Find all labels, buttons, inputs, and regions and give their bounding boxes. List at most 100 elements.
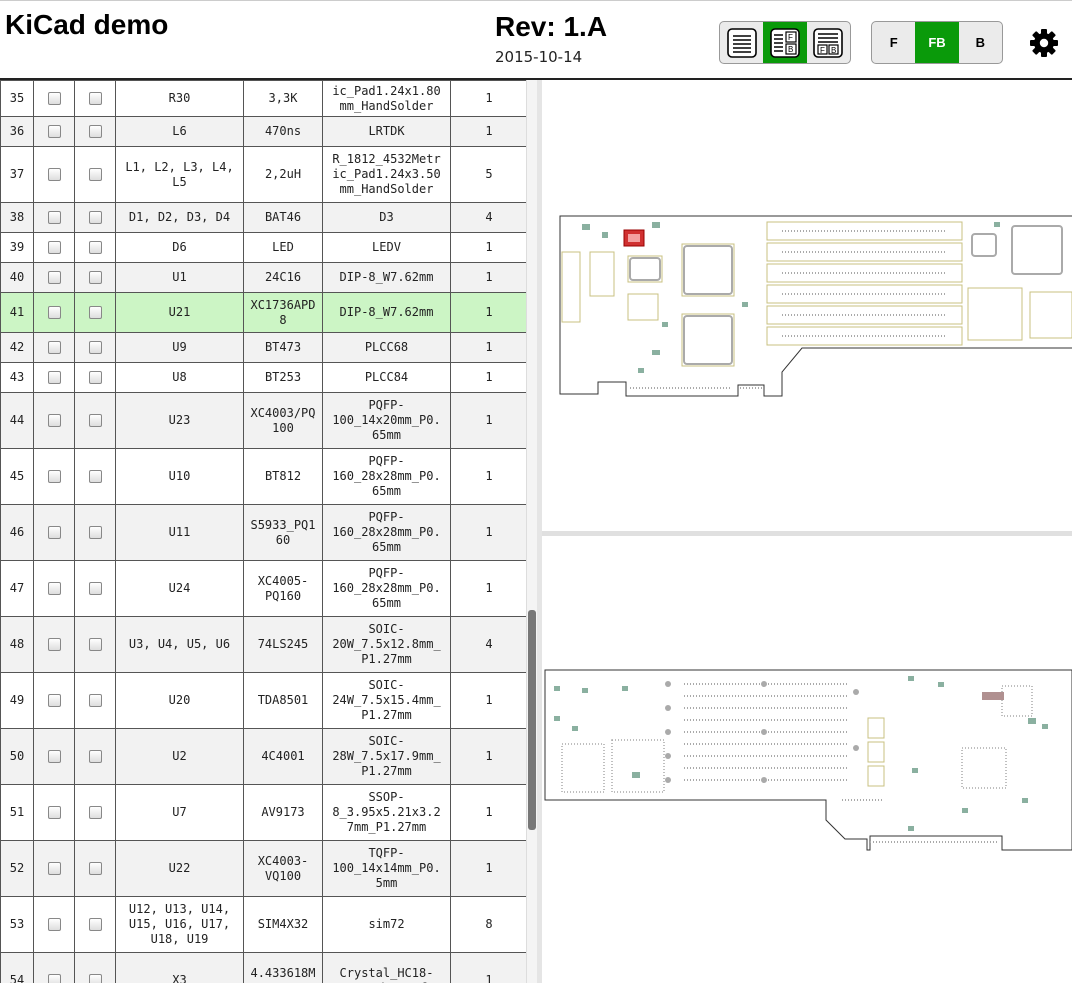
row-number: 47 [0,560,34,617]
sourced-checkbox[interactable] [88,526,102,539]
bom-row[interactable]: 46 U11 S5933_PQ1 60 PQFP- 160_28x28mm_P0. 6… [0,504,528,561]
bom-row[interactable]: 45 U10 BT812 PQFP- 160_28x28mm_P0. 65mm 1 [0,448,528,505]
value-cell: 24C16 [243,262,323,293]
placed-checkbox[interactable] [47,92,61,105]
quantity-cell: 8 [450,896,528,953]
placed-checkbox[interactable] [47,271,61,284]
bom-row[interactable]: 43 U8 BT253 PLCC84 1 [0,362,528,393]
bom-row[interactable]: 53 U12, U13, U14, U15, U16, U17, U18, U19… [0,896,528,953]
placed-checkbox[interactable] [47,371,61,384]
sourced-checkbox-cell [74,448,116,505]
front-pcb-canvas[interactable] [542,82,1072,530]
row-number: 37 [0,146,34,203]
bom-row[interactable]: 54 X34.433618M HzCrystal_HC18- U_Horizont… [0,952,528,983]
placed-checkbox[interactable] [47,470,61,483]
placed-checkbox[interactable] [47,526,61,539]
back-pcb-canvas[interactable] [542,536,1072,983]
bom-row[interactable]: 39 D6 LED LEDV 1 [0,232,528,263]
sourced-checkbox[interactable] [88,694,102,707]
bom-row[interactable]: 41 U21 XC1736APD 8 DIP-8_W7.62mm 1 [0,292,528,333]
placed-checkbox[interactable] [47,241,61,254]
placed-checkbox[interactable] [47,341,61,354]
scrollbar-thumb[interactable] [528,610,536,830]
bom-only-button[interactable] [720,22,763,63]
placed-checkbox-cell [33,116,75,147]
quantity-cell: 1 [450,362,528,393]
sourced-checkbox[interactable] [88,638,102,651]
placed-checkbox[interactable] [47,750,61,763]
sourced-checkbox[interactable] [88,241,102,254]
layer-back-button[interactable]: B [959,22,1002,63]
bom-left-right-button[interactable]: F B [763,22,807,63]
placed-checkbox-cell [33,504,75,561]
bom-row[interactable]: 36 L6 470ns LRTDK 1 [0,116,528,147]
svg-text:B: B [831,46,836,55]
sourced-checkbox[interactable] [88,92,102,105]
placed-checkbox[interactable] [47,211,61,224]
svg-text:F: F [820,46,825,55]
value-cell: S5933_PQ1 60 [243,504,323,561]
page-title: KiCad demo [5,9,169,40]
value-cell: TDA8501 [243,672,323,729]
sourced-checkbox[interactable] [88,750,102,763]
layer-front-back-button[interactable]: FB [915,22,959,63]
placed-checkbox[interactable] [47,125,61,138]
placed-checkbox[interactable] [47,306,61,319]
row-number: 54 [0,952,34,983]
value-cell: XC1736APD 8 [243,292,323,333]
placed-checkbox-cell [33,784,75,841]
bom-row[interactable]: 50 U2 4C4001 SOIC- 28W_7.5x17.9mm_ P1.27mm 1 [0,728,528,785]
sourced-checkbox[interactable] [88,211,102,224]
date-label: 2015-10-14 [495,48,583,66]
layer-front-button[interactable]: F [872,22,915,63]
bom-row[interactable]: 40 U1 24C16 DIP-8_W7.62mm 1 [0,262,528,293]
sourced-checkbox-cell [74,896,116,953]
bom-row[interactable]: 38 D1, D2, D3, D4 BAT46 D3 4 [0,202,528,233]
placed-checkbox[interactable] [47,974,61,983]
placed-checkbox[interactable] [47,638,61,651]
sourced-checkbox-cell [74,728,116,785]
placed-checkbox-cell [33,262,75,293]
sourced-checkbox[interactable] [88,582,102,595]
sourced-checkbox[interactable] [88,862,102,875]
placed-checkbox[interactable] [47,168,61,181]
sourced-checkbox[interactable] [88,414,102,427]
sourced-checkbox[interactable] [88,918,102,931]
footprint-cell: SOIC- 20W_7.5x12.8mm_ P1.27mm [322,616,451,673]
bom-row[interactable]: 51 U7 AV9173 SSOP- 8_3.95x5.21x3.2 7mm_P1.2… [0,784,528,841]
placed-checkbox[interactable] [47,918,61,931]
placed-checkbox[interactable] [47,862,61,875]
revision-label: Rev: 1.A [495,11,608,42]
placed-checkbox[interactable] [47,414,61,427]
gear-icon[interactable] [1028,27,1060,59]
quantity-cell: 1 [450,952,528,983]
bom-row[interactable]: 44 U23 XC4003/PQ 100 PQFP- 100_14x20mm_P0. … [0,392,528,449]
sourced-checkbox[interactable] [88,168,102,181]
sourced-checkbox[interactable] [88,125,102,138]
bom-row[interactable]: 37 L1, L2, L3, L4, L5 2,2uH R_1812_4532Metr… [0,146,528,203]
sourced-checkbox[interactable] [88,306,102,319]
bom-row[interactable]: 52 U22 XC4003- VQ100 TQFP- 100_14x14mm_P0. … [0,840,528,897]
bom-row[interactable]: 48 U3, U4, U5, U6 74LS245 SOIC- 20W_7.5x12.… [0,616,528,673]
row-number: 51 [0,784,34,841]
bom-row[interactable]: 35 R30 3,3K ic_Pad1.24x1.80 mm_HandSolder 1 [0,80,528,117]
placed-checkbox[interactable] [47,694,61,707]
bom-row[interactable]: 42 U9 BT473 PLCC68 1 [0,332,528,363]
quantity-cell: 1 [450,840,528,897]
bom-top-bottom-button[interactable]: F B [807,22,850,63]
sourced-checkbox[interactable] [88,806,102,819]
quantity-cell: 1 [450,448,528,505]
sourced-checkbox[interactable] [88,371,102,384]
bom-table-pane[interactable]: 35 R30 3,3K ic_Pad1.24x1.80 mm_HandSolder 1 3… [0,80,528,983]
sourced-checkbox[interactable] [88,974,102,983]
placed-checkbox[interactable] [47,806,61,819]
bom-row[interactable]: 47 U24 XC4005- PQ160 PQFP- 160_28x28mm_P0. … [0,560,528,617]
sourced-checkbox[interactable] [88,271,102,284]
footprint-cell: SSOP- 8_3.95x5.21x3.2 7mm_P1.27mm [322,784,451,841]
bom-row[interactable]: 49 U20 TDA8501 SOIC- 24W_7.5x15.4mm_ P1.27m… [0,672,528,729]
sourced-checkbox[interactable] [88,470,102,483]
sourced-checkbox[interactable] [88,341,102,354]
references-cell: D1, D2, D3, D4 [115,202,244,233]
references-cell: U3, U4, U5, U6 [115,616,244,673]
placed-checkbox[interactable] [47,582,61,595]
